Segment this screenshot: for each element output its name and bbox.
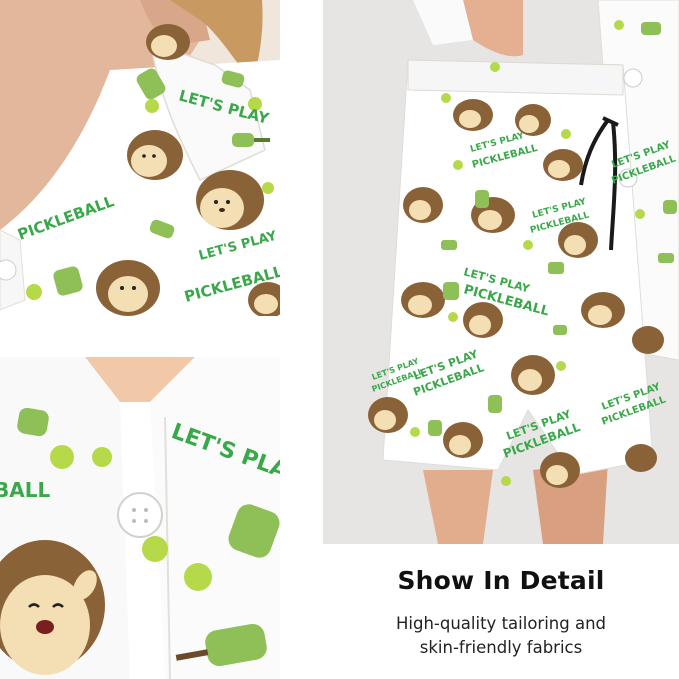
shorts-on-model-photo: LET'S PLAY PICKLEBALL LET'S PLAY PICKLEB… (323, 0, 679, 544)
hedgehog-icon (196, 170, 264, 230)
button-closeup-photo: LET'S PLAY BALL (0, 357, 280, 679)
hedgehog-icon (96, 260, 160, 316)
collar-closeup-illustration: LET'S PLAY PICKLEBALL LET'S PLAY PICKLEB… (0, 0, 280, 316)
button-icon (0, 259, 17, 281)
button-closeup-illustration: LET'S PLAY BALL (0, 357, 280, 679)
hedgehog-icon (127, 130, 183, 180)
waistband (407, 59, 624, 96)
caption-subtitle-line2: skin-friendly fabrics (419, 638, 583, 657)
caption-block: Show In Detail High-quality tailoring an… (323, 544, 679, 679)
button-icon (117, 492, 163, 538)
shorts-on-model-illustration: LET'S PLAY PICKLEBALL LET'S PLAY PICKLEB… (323, 0, 679, 544)
hedgehog-icon (146, 24, 190, 60)
collar-closeup-photo: LET'S PLAY PICKLEBALL LET'S PLAY PICKLEB… (0, 0, 280, 316)
slogan-partial-bottom: BALL (0, 478, 50, 502)
caption-title: Show In Detail (397, 566, 605, 595)
caption-subtitle-line1: High-quality tailoring and (396, 614, 606, 633)
